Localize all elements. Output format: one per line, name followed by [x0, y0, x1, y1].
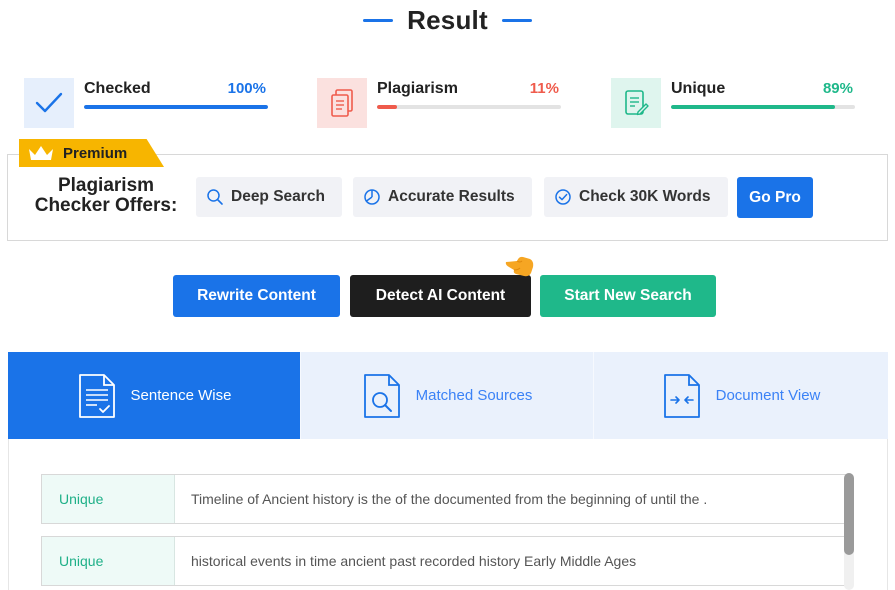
stat-checked-label: Checked	[84, 80, 151, 97]
title-dash-left	[363, 18, 394, 22]
premium-badge-label: Premium	[63, 144, 128, 162]
copy-document-icon	[317, 78, 367, 128]
stat-plagiarism-bar-fill	[377, 105, 398, 109]
feature-accurate-results: Accurate Results	[353, 177, 532, 217]
tab-matched-sources-label: Matched Sources	[415, 387, 533, 404]
check-icon	[24, 78, 74, 128]
title-dash-right	[501, 18, 532, 22]
page-title: Result	[407, 4, 488, 35]
document-search-icon	[363, 373, 400, 418]
offers-title-line2: Checker Offers:	[34, 195, 178, 216]
tab-sentence-wise-label: Sentence Wise	[130, 387, 232, 404]
stat-plagiarism-bar	[377, 105, 561, 109]
rewrite-content-button[interactable]: Rewrite Content	[173, 275, 340, 317]
result-row[interactable]: Unique historical events in time ancient…	[41, 536, 847, 586]
results-scrollbar-thumb[interactable]	[844, 473, 854, 555]
premium-badge: Premium	[19, 139, 164, 167]
stat-checked-bar-fill	[84, 105, 268, 109]
document-edit-icon	[611, 78, 661, 128]
stat-unique-percent: 89%	[822, 80, 853, 97]
tab-sentence-wise[interactable]: Sentence Wise	[8, 352, 301, 439]
start-new-search-button[interactable]: Start New Search	[540, 275, 716, 317]
result-header: Result	[0, 4, 895, 36]
result-row[interactable]: Unique Timeline of Ancient history is th…	[41, 474, 847, 524]
stat-plagiarism: Plagiarism 11%	[317, 78, 561, 128]
crown-icon	[29, 146, 53, 160]
result-view-tabs: Sentence Wise Matched Sources Document V…	[8, 352, 888, 439]
go-pro-button[interactable]: Go Pro	[737, 177, 813, 218]
stat-unique: Unique 89%	[611, 78, 855, 128]
feature-check-words-label: Check 30K Words	[579, 188, 711, 205]
stat-plagiarism-percent: 11%	[529, 80, 559, 97]
feature-deep-search-label: Deep Search	[231, 188, 325, 205]
offers-title-line1: Plagiarism	[57, 175, 155, 196]
stat-unique-bar-fill	[671, 105, 835, 109]
tab-document-view-label: Document View	[715, 387, 821, 404]
offers-title: Plagiarism Checker Offers:	[20, 176, 192, 216]
document-lines-icon	[78, 373, 115, 418]
pie-chart-icon	[364, 189, 380, 205]
result-status-badge: Unique	[42, 475, 175, 523]
stat-checked-percent: 100%	[227, 80, 266, 97]
result-sentence: Timeline of Ancient history is the of th…	[191, 491, 708, 507]
result-sentence: historical events in time ancient past r…	[191, 553, 637, 569]
check-circle-icon	[555, 189, 571, 205]
stat-unique-label: Unique	[671, 80, 726, 97]
tab-document-view[interactable]: Document View	[594, 352, 888, 439]
stat-unique-bar	[671, 105, 855, 109]
result-status-badge: Unique	[42, 537, 175, 585]
stat-plagiarism-label: Plagiarism	[377, 80, 458, 97]
search-icon	[207, 189, 223, 205]
feature-accurate-results-label: Accurate Results	[388, 188, 515, 205]
tab-matched-sources[interactable]: Matched Sources	[301, 352, 594, 439]
stat-checked: Checked 100%	[24, 78, 268, 128]
stat-checked-bar	[84, 105, 268, 109]
document-compare-icon	[663, 373, 700, 418]
feature-check-words: Check 30K Words	[544, 177, 728, 217]
pointing-hand-icon	[505, 256, 534, 277]
feature-deep-search: Deep Search	[196, 177, 342, 217]
detect-ai-content-button[interactable]: Detect AI Content	[350, 275, 531, 317]
